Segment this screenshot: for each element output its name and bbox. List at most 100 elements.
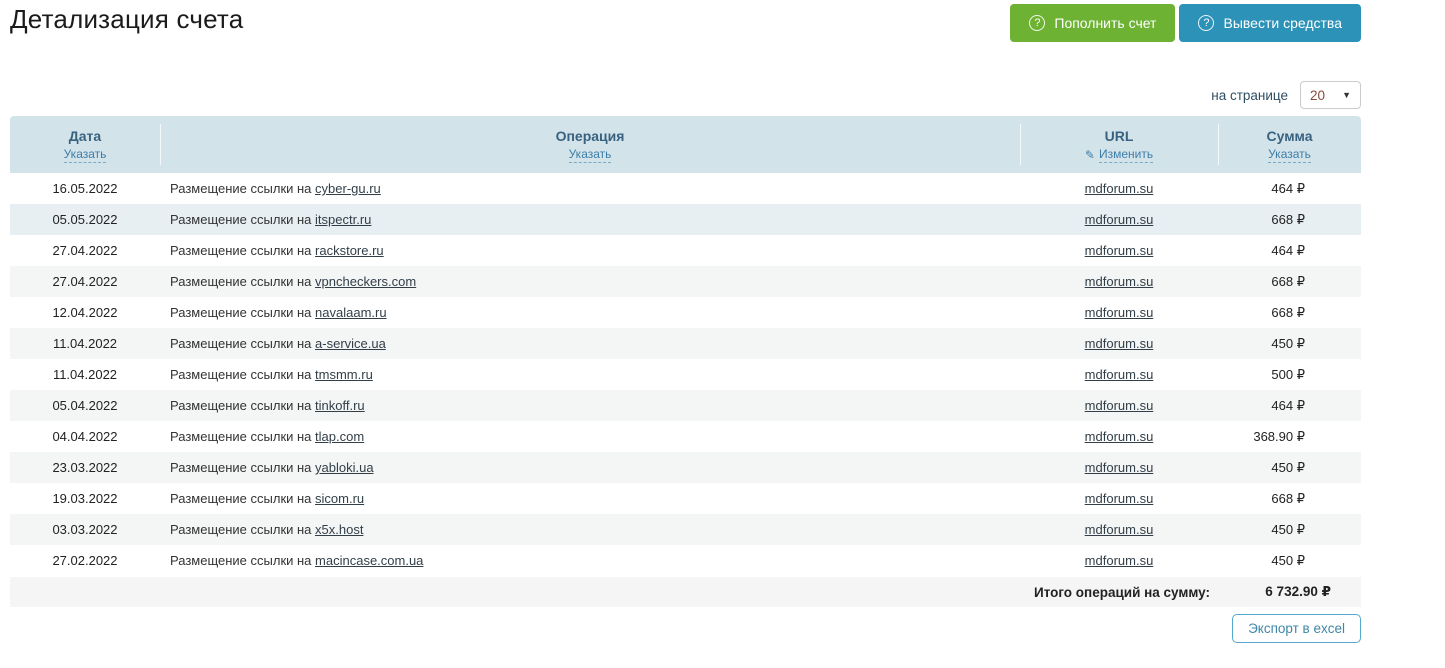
site-link[interactable]: macincase.com.ua [315, 553, 423, 568]
site-link[interactable]: x5x.host [315, 522, 363, 537]
edit-url-link[interactable]: ✎ Изменить [1084, 147, 1154, 163]
topbar: Детализация счета ? Пополнить счет ? Выв… [10, 0, 1361, 42]
question-circle-icon: ? [1198, 15, 1215, 31]
site-link[interactable]: tinkoff.ru [315, 398, 365, 413]
table-row: 12.04.2022 Размещение ссылки на navalaam… [10, 297, 1361, 328]
url-link[interactable]: mdforum.su [1085, 398, 1154, 413]
table-row: 27.02.2022 Размещение ссылки на macincas… [10, 545, 1361, 576]
row-date: 05.05.2022 [52, 212, 118, 227]
site-link[interactable]: a-service.ua [315, 336, 386, 351]
row-amount: 668 ₽ [1271, 304, 1305, 320]
row-date: 03.03.2022 [52, 522, 118, 537]
filter-date-link[interactable]: Указать [63, 147, 107, 163]
row-amount: 464 ₽ [1271, 242, 1305, 258]
chevron-down-icon: ▼ [1342, 90, 1351, 100]
total-amount: 6 732.90 ₽ [1265, 584, 1331, 599]
row-date: 27.04.2022 [52, 274, 118, 289]
operation-prefix: Размещение ссылки на [170, 243, 316, 258]
column-header-operation: Операция Указать [160, 116, 1020, 173]
url-link[interactable]: mdforum.su [1085, 491, 1154, 506]
row-date: 12.04.2022 [52, 305, 118, 320]
url-link[interactable]: mdforum.su [1085, 243, 1154, 258]
operation-prefix: Размещение ссылки на [170, 212, 316, 227]
row-amount: 450 ₽ [1271, 459, 1305, 475]
topup-button[interactable]: ? Пополнить счет [1010, 4, 1176, 42]
per-page-control: на странице 20 ▼ [10, 81, 1361, 109]
url-link[interactable]: mdforum.su [1085, 367, 1154, 382]
table-row: 27.04.2022 Размещение ссылки на rackstor… [10, 235, 1361, 266]
site-link[interactable]: navalaam.ru [315, 305, 387, 320]
withdraw-button[interactable]: ? Вывести средства [1179, 4, 1361, 42]
column-header-url: URL ✎ Изменить [1020, 116, 1218, 173]
site-link[interactable]: yabloki.ua [315, 460, 374, 475]
url-link[interactable]: mdforum.su [1085, 181, 1154, 196]
page: Детализация счета ? Пополнить счет ? Выв… [10, 0, 1361, 643]
export-excel-button[interactable]: Экспорт в excel [1232, 614, 1361, 643]
site-link[interactable]: tlap.com [315, 429, 364, 444]
column-title: Операция [555, 128, 625, 144]
url-link[interactable]: mdforum.su [1085, 305, 1154, 320]
table-header: Дата Указать Операция Указать URL ✎ Изме… [10, 116, 1361, 173]
filter-amount-link[interactable]: Указать [1268, 147, 1311, 163]
row-amount: 450 ₽ [1271, 521, 1305, 537]
row-date: 11.04.2022 [52, 336, 118, 351]
site-link[interactable]: itspectr.ru [315, 212, 371, 227]
row-amount: 500 ₽ [1271, 366, 1305, 382]
column-title: URL [1104, 128, 1134, 144]
table-row: 11.04.2022 Размещение ссылки на a-servic… [10, 328, 1361, 359]
row-date: 19.03.2022 [52, 491, 118, 506]
withdraw-button-label: Вывести средства [1223, 15, 1342, 31]
operation-prefix: Размещение ссылки на [170, 181, 316, 196]
row-amount: 368.90 ₽ [1253, 428, 1305, 444]
table-row: 16.05.2022 Размещение ссылки на cyber-gu… [10, 173, 1361, 204]
row-date: 27.04.2022 [52, 243, 118, 258]
table-row: 04.04.2022 Размещение ссылки на tlap.com… [10, 421, 1361, 452]
url-link[interactable]: mdforum.su [1085, 522, 1154, 537]
per-page-label: на странице [1211, 87, 1288, 103]
url-link[interactable]: mdforum.su [1085, 460, 1154, 475]
row-date: 23.03.2022 [52, 460, 118, 475]
total-row: Итого операций на сумму: 6 732.90 ₽ [10, 577, 1361, 607]
question-circle-icon: ? [1029, 15, 1046, 31]
url-link[interactable]: mdforum.su [1085, 553, 1154, 568]
site-link[interactable]: sicom.ru [315, 491, 364, 506]
url-link[interactable]: mdforum.su [1085, 274, 1154, 289]
site-link[interactable]: rackstore.ru [315, 243, 384, 258]
site-link[interactable]: cyber-gu.ru [315, 181, 381, 196]
operations-table: Дата Указать Операция Указать URL ✎ Изме… [10, 116, 1361, 607]
url-link[interactable]: mdforum.su [1085, 212, 1154, 227]
pencil-icon: ✎ [1084, 148, 1095, 162]
operation-prefix: Размещение ссылки на [170, 274, 316, 289]
row-amount: 668 ₽ [1271, 211, 1305, 227]
column-title: Дата [68, 128, 102, 144]
site-link[interactable]: vpncheckers.com [315, 274, 416, 289]
filter-operation-link[interactable]: Указать [568, 147, 612, 163]
export-area: Экспорт в excel [10, 614, 1361, 643]
row-amount: 464 ₽ [1271, 180, 1305, 196]
operation-prefix: Размещение ссылки на [170, 553, 316, 568]
row-date: 04.04.2022 [52, 429, 118, 444]
column-header-amount: Сумма Указать [1218, 116, 1361, 173]
page-title: Детализация счета [10, 4, 244, 34]
table-row: 05.05.2022 Размещение ссылки на itspectr… [10, 204, 1361, 235]
per-page-value: 20 [1310, 87, 1326, 103]
operation-prefix: Размещение ссылки на [170, 522, 316, 537]
column-header-date: Дата Указать [10, 116, 160, 173]
table-row: 03.03.2022 Размещение ссылки на x5x.host… [10, 514, 1361, 545]
per-page-select[interactable]: 20 ▼ [1300, 81, 1361, 109]
operation-prefix: Размещение ссылки на [170, 429, 316, 444]
row-date: 05.04.2022 [52, 398, 118, 413]
url-link[interactable]: mdforum.su [1085, 336, 1154, 351]
table-row: 11.04.2022 Размещение ссылки на tmsmm.ru… [10, 359, 1361, 390]
row-amount: 668 ₽ [1271, 490, 1305, 506]
table-row: 19.03.2022 Размещение ссылки на sicom.ru… [10, 483, 1361, 514]
operation-prefix: Размещение ссылки на [170, 491, 316, 506]
table-body: 16.05.2022 Размещение ссылки на cyber-gu… [10, 173, 1361, 576]
operation-prefix: Размещение ссылки на [170, 367, 316, 382]
table-row: 05.04.2022 Размещение ссылки на tinkoff.… [10, 390, 1361, 421]
row-date: 27.02.2022 [52, 553, 118, 568]
site-link[interactable]: tmsmm.ru [315, 367, 373, 382]
column-title: Сумма [1266, 128, 1313, 144]
url-link[interactable]: mdforum.su [1085, 429, 1154, 444]
row-amount: 450 ₽ [1271, 552, 1305, 568]
